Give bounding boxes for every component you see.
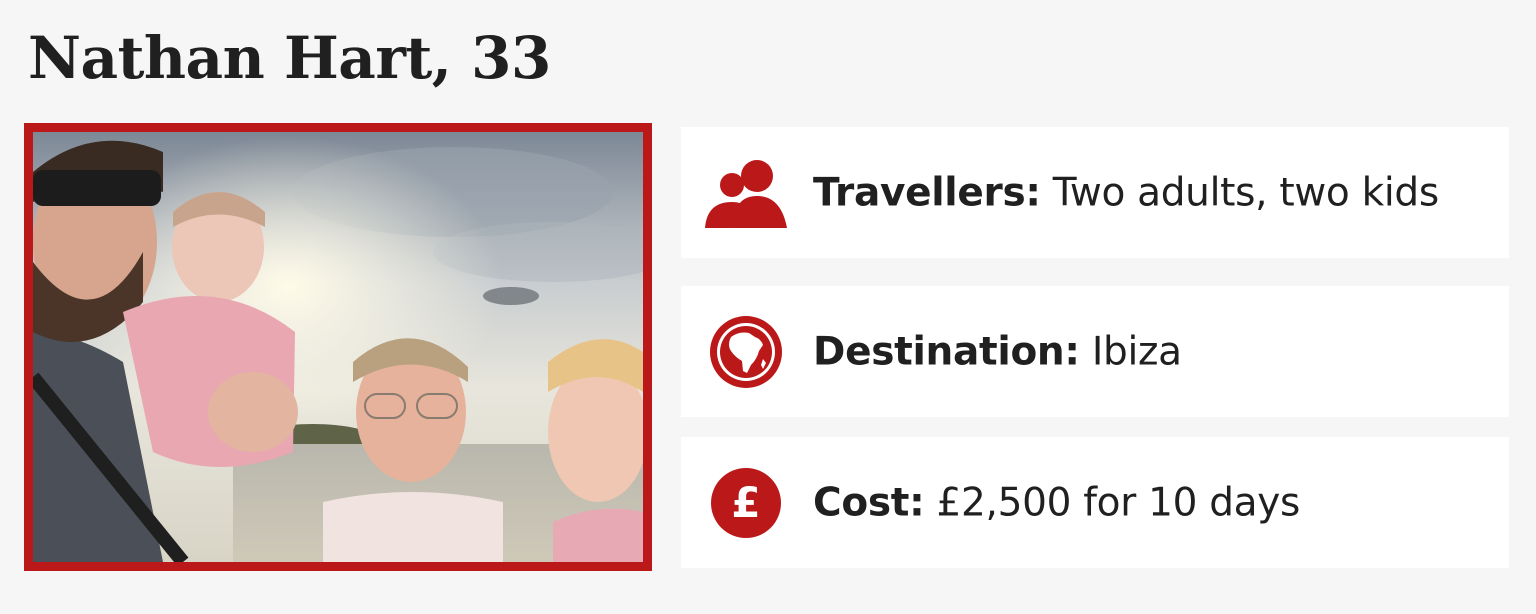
destination-text: Destination: Ibiza: [813, 329, 1182, 374]
travellers-value: Two adults, two kids: [1052, 170, 1439, 215]
travellers-label: Travellers:: [813, 170, 1041, 215]
profile-box: Nathan Hart, 33 Travellers: Two adults, …: [0, 0, 1536, 614]
cost-text: Cost: £2,500 for 10 days: [813, 480, 1300, 525]
cost-label: Cost:: [813, 480, 925, 525]
destination-card: Destination: Ibiza: [681, 286, 1509, 417]
page-title: Nathan Hart, 33: [28, 24, 551, 92]
cost-value: £2,500 for 10 days: [936, 480, 1301, 525]
family-photo-image: [33, 132, 643, 562]
destination-value: Ibiza: [1091, 329, 1182, 374]
globe-icon: [703, 309, 789, 395]
svg-text:£: £: [731, 478, 760, 527]
destination-label: Destination:: [813, 329, 1080, 374]
people-icon: [703, 150, 789, 236]
travellers-card: Travellers: Two adults, two kids: [681, 127, 1509, 258]
pound-icon: £: [703, 460, 789, 546]
cost-card: £ Cost: £2,500 for 10 days: [681, 437, 1509, 568]
family-photo: [24, 123, 652, 571]
travellers-text: Travellers: Two adults, two kids: [813, 170, 1439, 215]
